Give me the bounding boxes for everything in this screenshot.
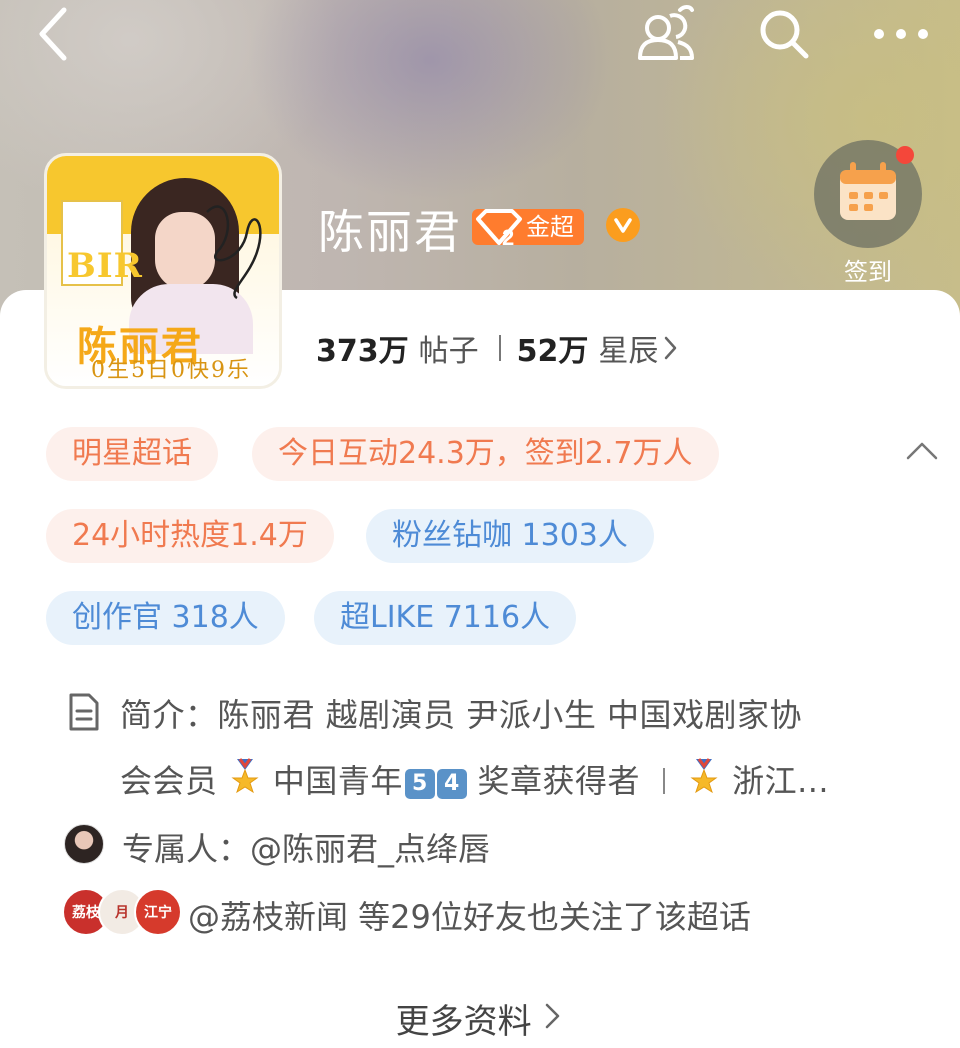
more-info-link[interactable]: 更多资料 <box>0 994 960 1043</box>
tag-star-topic[interactable]: 明星超话 <box>46 427 218 481</box>
tag-fan-diamond[interactable]: 粉丝钻咖 1303人 <box>366 509 654 563</box>
intro-line-1: 简介：陈丽君 越剧演员 尹派小生 中国戏剧家协 <box>120 696 803 734</box>
chevron-up-icon <box>906 442 938 460</box>
intro-text-d: 浙江... <box>732 762 830 800</box>
level-badge[interactable]: 2 金超 <box>472 209 584 249</box>
friends-following-text[interactable]: @荔枝新闻 等29位好友也关注了该超话 <box>188 892 751 938</box>
verified-badge[interactable] <box>606 208 640 242</box>
more-button[interactable] <box>866 4 936 64</box>
stats-divider <box>498 335 501 361</box>
avatar-poster: BIR 陈丽君 0生5日0快9乐 <box>47 156 279 386</box>
topic-title: 陈丽君 <box>318 205 462 259</box>
more-info-label: 更多资料 <box>395 1002 532 1042</box>
posts-label: 帖子 <box>418 334 479 369</box>
intro-divider <box>662 768 665 794</box>
tag-super-like[interactable]: 超LIKE 7116人 <box>314 591 577 645</box>
back-button[interactable] <box>24 4 84 64</box>
checkin-button[interactable] <box>814 140 922 248</box>
stars-label: 星辰 <box>598 334 659 369</box>
chevron-left-icon <box>39 7 67 61</box>
topic-stats[interactable]: 373万 帖子 52万 星辰 <box>316 326 680 370</box>
diamond-icon: 2 <box>476 209 522 249</box>
tag-creator[interactable]: 创作官 318人 <box>46 591 285 645</box>
collapse-button[interactable] <box>902 436 942 466</box>
poster-slogan: 0生5日0快9乐 <box>91 358 251 383</box>
intro-text-a: 会会员 <box>120 762 218 800</box>
chevron-right-icon <box>665 336 677 360</box>
num-chip-4: 4 <box>436 769 467 799</box>
level-badge-label: 金超 <box>526 213 574 241</box>
notification-dot <box>896 146 914 164</box>
chevron-right-icon <box>546 1003 560 1029</box>
exclusive-user-link[interactable]: 专属人：@陈丽君_点绛唇 <box>122 824 490 870</box>
document-icon <box>69 693 99 731</box>
topic-avatar[interactable]: BIR 陈丽君 0生5日0快9乐 <box>44 153 282 389</box>
num-chip-5: 5 <box>404 769 435 799</box>
intro-text-b: 中国青年 <box>272 762 403 800</box>
tag-today-activity[interactable]: 今日互动24.3万，签到2.7万人 <box>252 427 719 481</box>
more-icon <box>874 29 928 39</box>
posts-count: 373万 <box>316 334 409 369</box>
poster-bir: BIR <box>67 246 143 286</box>
friend-avatars[interactable]: 荔枝 月 江宁 <box>62 888 182 940</box>
level-number: 2 <box>502 225 514 249</box>
checkin-label[interactable]: 签到 <box>814 252 922 287</box>
medal-icon <box>231 758 259 794</box>
exclusive-user-avatar[interactable] <box>64 824 104 864</box>
friend-avatar: 江宁 <box>134 888 182 936</box>
intro-text-c: 奖章获得者 <box>477 762 641 800</box>
verified-v-icon <box>614 218 632 233</box>
search-button[interactable] <box>752 4 816 64</box>
stars-count: 52万 <box>516 334 589 369</box>
group-icon <box>638 5 694 60</box>
group-chat-button[interactable] <box>630 2 702 66</box>
intro-line-2[interactable]: 会会员 中国青年 5 4 奖章获得者 浙江... <box>120 756 829 802</box>
medal-icon <box>690 758 718 794</box>
signature-icon <box>206 205 262 300</box>
tag-24h-heat[interactable]: 24小时热度1.4万 <box>46 509 334 563</box>
search-icon <box>760 10 809 59</box>
